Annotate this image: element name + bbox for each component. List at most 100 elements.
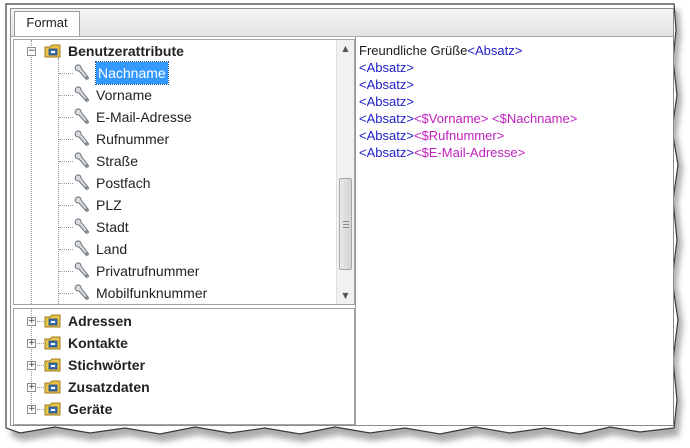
tab-format[interactable]: Format [14, 11, 80, 36]
tree-node-field[interactable]: Vorname [14, 84, 332, 106]
editor-text: Freundliche Grüße [359, 43, 468, 58]
tree-node-field[interactable]: Mobilfunknummer [14, 282, 332, 304]
expand-toggle[interactable]: + [27, 383, 36, 392]
tree-guide-line [37, 409, 44, 410]
tree-node-label: Mobilfunknummer [96, 285, 208, 301]
editor-line: <Absatz><$E-Mail-Adresse> [359, 145, 525, 161]
editor-placeholder-tag: <$Nachname> [492, 111, 578, 126]
scroll-down-button[interactable]: ▼ [337, 287, 354, 304]
tree-node-label: Land [96, 241, 128, 257]
vertical-scrollbar[interactable]: ▲ ▼ [336, 40, 354, 304]
tree-guide-line [59, 95, 73, 96]
wrench-icon [74, 174, 89, 190]
tree-guide-line [37, 321, 44, 322]
tree-node-label: Nachname [95, 61, 169, 85]
editor-line: Freundliche Grüße<Absatz> [359, 43, 522, 59]
tree-node-benutzerattribute[interactable]: − Benutzerattribute [14, 40, 332, 62]
tab-bar: Format [11, 9, 673, 37]
folder-icon [44, 314, 61, 328]
tree-node-label: Adressen [68, 313, 132, 329]
tree-node-field[interactable]: Privatrufnummer [14, 260, 332, 282]
editor-placeholder-tag: <$Vorname> [413, 111, 489, 126]
editor-placeholder-tag: <Absatz> [359, 145, 414, 160]
tree-node-label: E-Mail-Adresse [96, 109, 192, 125]
editor-placeholder-tag: <$E-Mail-Adresse> [413, 145, 526, 160]
tree-guide-line [59, 227, 73, 228]
template-editor[interactable]: Freundliche Grüße<Absatz> <Absatz> <Absatz… [357, 37, 673, 425]
editor-placeholder-tag: <$Rufnummer> [413, 128, 505, 143]
tree-node-category[interactable]: + Zusatzdaten [14, 376, 332, 398]
tree-node-label: Geräte [68, 401, 113, 417]
editor-placeholder-tag: <Absatz> [467, 43, 523, 58]
tree-node-field[interactable]: E-Mail-Adresse [14, 106, 332, 128]
expand-toggle[interactable]: + [27, 339, 36, 348]
wrench-icon [74, 284, 89, 300]
attribute-tree-pane: − Benutzerattribute Nachname Vorname E-Mai… [11, 37, 356, 425]
tree-node-label: Zusatzdaten [68, 379, 150, 395]
tree-node-field[interactable]: Straße [14, 150, 332, 172]
tree-node-category[interactable]: + Stichwörter [14, 354, 332, 376]
editor-placeholder-tag: <Absatz> [359, 128, 414, 143]
folder-icon [44, 336, 61, 350]
tree-node-field[interactable]: Land [14, 238, 332, 260]
editor-line: <Absatz><$Vorname> <$Nachname> [359, 111, 577, 127]
editor-placeholder-tag: <Absatz> [359, 77, 414, 92]
tree-node-label: Stichwörter [68, 357, 146, 373]
tree-guide-line [37, 343, 44, 344]
tree-guide-line [59, 205, 73, 206]
category-tree[interactable]: + Adressen + Kontakte + Stichwörter + Zusatzdat… [13, 308, 355, 425]
folder-icon [44, 402, 61, 416]
editor-placeholder-tag: <Absatz> [359, 94, 414, 109]
editor-line: <Absatz> [359, 60, 414, 76]
tree-node-label: Rufnummer [96, 131, 170, 147]
tree-node-label: Kontakte [68, 335, 128, 351]
wrench-icon [74, 130, 89, 146]
wrench-icon [74, 64, 89, 80]
wrench-icon [74, 240, 89, 256]
tree-guide-line [59, 183, 73, 184]
tree-node-label: Stadt [96, 219, 129, 235]
wrench-icon [74, 218, 89, 234]
wrench-icon [74, 262, 89, 278]
scroll-up-button[interactable]: ▲ [337, 40, 354, 57]
collapse-toggle[interactable]: − [27, 47, 36, 56]
expand-toggle[interactable]: + [27, 317, 36, 326]
tree-node-label: Postfach [96, 175, 151, 191]
tree-node-label: PLZ [96, 197, 122, 213]
tree-guide-line [37, 387, 44, 388]
tree-node-label: Privatrufnummer [96, 263, 200, 279]
wrench-icon [74, 152, 89, 168]
tree-guide-line [37, 365, 44, 366]
tree-node-label: Vorname [96, 87, 153, 103]
editor-placeholder-tag: <Absatz> [359, 60, 414, 75]
wrench-icon [74, 86, 89, 102]
tree-node-field[interactable]: Stadt [14, 216, 332, 238]
tree-node-field[interactable]: Rufnummer [14, 128, 332, 150]
tree-node-field[interactable]: Nachname [14, 61, 332, 85]
tree-node-category[interactable]: + Geräte [14, 398, 332, 420]
expand-toggle[interactable]: + [27, 405, 36, 414]
expand-toggle[interactable]: + [27, 361, 36, 370]
tree-guide-line [59, 249, 73, 250]
format-window: Format − Benutzerattribute Nachname Vorna… [10, 8, 674, 426]
editor-line: <Absatz> [359, 94, 414, 110]
folder-icon [44, 44, 61, 58]
tree-guide-line [59, 161, 73, 162]
tree-node-label: Straße [96, 153, 139, 169]
tree-node-field[interactable]: Postfach [14, 172, 332, 194]
editor-placeholder-tag: <Absatz> [359, 111, 414, 126]
folder-icon [44, 358, 61, 372]
scrollbar-thumb[interactable] [339, 178, 352, 270]
wrench-icon [74, 108, 89, 124]
editor-line: <Absatz> [359, 77, 414, 93]
benutzerattribute-tree[interactable]: − Benutzerattribute Nachname Vorname E-Mai… [13, 39, 355, 305]
tree-guide-line [59, 293, 73, 294]
tree-guide-line [59, 139, 73, 140]
editor-line: <Absatz><$Rufnummer> [359, 128, 504, 144]
tree-node-category[interactable]: + Adressen [14, 310, 332, 332]
tree-node-category[interactable]: + Kontakte [14, 332, 332, 354]
tree-guide-line [59, 117, 73, 118]
tree-node-field[interactable]: PLZ [14, 194, 332, 216]
folder-icon [44, 380, 61, 394]
tree-node-label: Benutzerattribute [68, 43, 184, 59]
